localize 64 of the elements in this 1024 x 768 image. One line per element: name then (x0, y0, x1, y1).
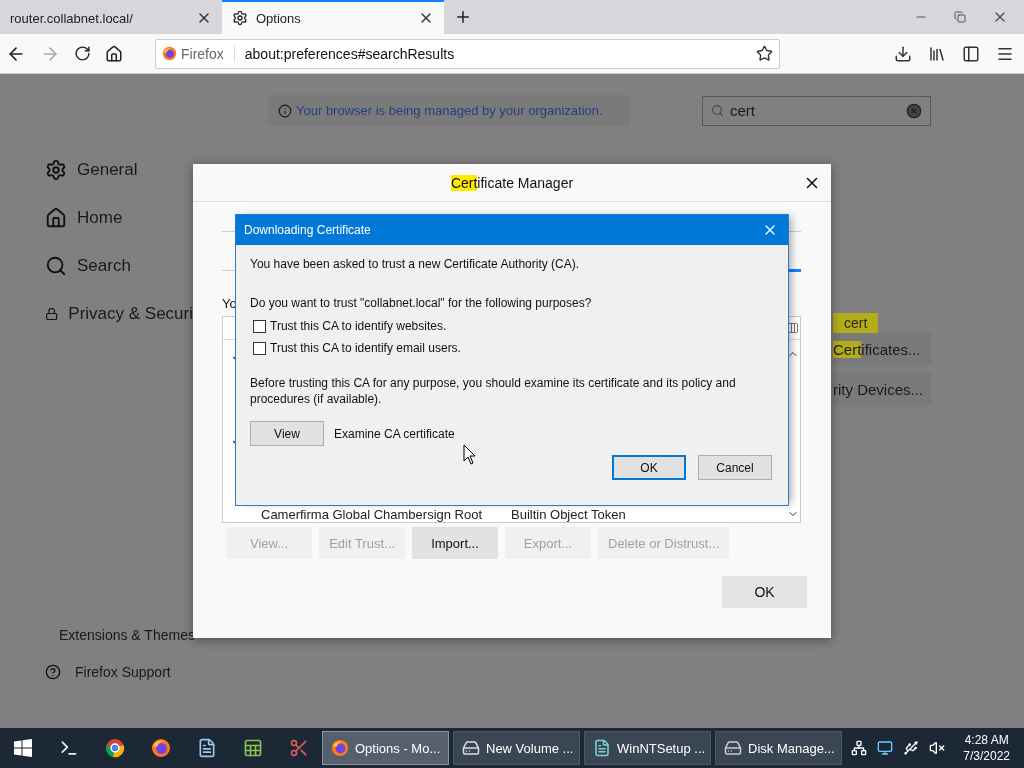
gear-icon (45, 159, 67, 181)
home-icon[interactable] (105, 44, 123, 63)
mouse-cursor-icon (463, 444, 477, 466)
ok-button[interactable]: OK (722, 576, 807, 608)
search-field[interactable]: cert (702, 95, 931, 126)
message-text: You have been asked to trust a new Certificate Authority (CA). (250, 256, 581, 272)
clear-icon[interactable] (906, 102, 922, 119)
sidebar-item[interactable]: Privacy & Securi (45, 290, 193, 338)
reload-icon[interactable] (74, 45, 91, 62)
sidebar-link[interactable]: Extensions & Themes (45, 616, 193, 653)
table-cell-text: Camerfirma Global Chambersign Root (260, 507, 484, 522)
search-icon (711, 104, 724, 117)
home-icon (45, 207, 67, 229)
display-icon[interactable] (877, 740, 894, 756)
taskbar-button[interactable]: Disk Manage... (715, 731, 842, 765)
library-icon[interactable] (928, 44, 946, 63)
dialog-title: Downloading Certificate (244, 223, 372, 237)
trust-checkbox[interactable]: Trust this CA to identify email users. (253, 337, 774, 359)
view-hint: Examine CA certificate (334, 426, 455, 441)
question-text: Do you want to trust "collabnet.local" for the following purposes? (250, 295, 593, 311)
trust-checkbox[interactable]: Trust this CA to identify websites. (253, 315, 774, 337)
advice-text: Before trusting this CA for any purpose, you should examine its certificate and its policy and procedures (if available). (250, 375, 737, 407)
taskbar-button[interactable]: WinNTSetup ... (584, 731, 711, 765)
taskbar-button[interactable]: New Volume ... (453, 731, 580, 765)
dialog-button[interactable]: OK (612, 455, 686, 480)
firefox-icon (331, 739, 349, 757)
drive-icon (462, 739, 480, 757)
settings-button[interactable]: rity Devices... (833, 373, 931, 405)
bookmark-star-icon[interactable] (756, 45, 773, 62)
network-icon[interactable] (851, 740, 868, 756)
search-icon (45, 255, 67, 277)
gear-icon (232, 10, 248, 26)
volume-muted-icon[interactable] (929, 740, 946, 756)
usb-icon[interactable] (903, 740, 920, 756)
table-cell-text: Builtin Object Token (511, 507, 627, 522)
notepad-icon[interactable] (197, 738, 217, 758)
view-button[interactable]: View (250, 421, 324, 446)
new-tab-icon[interactable] (454, 8, 472, 26)
spreadsheet-icon[interactable] (243, 738, 263, 758)
document-icon (593, 739, 611, 757)
dialog-button[interactable]: Import... (412, 527, 498, 559)
start-icon[interactable] (14, 739, 32, 757)
terminal-icon[interactable] (59, 738, 79, 758)
search-match-tag: cert (833, 313, 879, 333)
clock[interactable]: 4:28 AM 7/3/2022 (963, 732, 1010, 764)
chrome-icon[interactable] (105, 738, 125, 758)
sidebar-link[interactable]: Firefox Support (45, 653, 193, 690)
sidebar-icon[interactable] (962, 44, 980, 63)
info-icon (278, 103, 292, 118)
scissors-icon[interactable] (289, 738, 309, 758)
download-icon[interactable] (894, 44, 912, 63)
restore-icon[interactable] (954, 11, 966, 23)
column-picker-icon[interactable] (787, 322, 799, 334)
address-bar[interactable]: Firefox about:preferences#searchResults (155, 38, 780, 69)
help-icon (45, 663, 61, 680)
sidebar-item[interactable]: Search (45, 242, 193, 290)
browser-tab[interactable]: Options (222, 0, 444, 34)
browser-tab[interactable]: router.collabnet.local/ (0, 0, 222, 34)
dialog-button[interactable]: Cancel (698, 455, 772, 480)
sidebar-item[interactable]: General (45, 146, 193, 194)
sidebar-item[interactable]: Home (45, 194, 193, 242)
firefox-icon (151, 738, 171, 758)
taskbar-button[interactable]: Options - Mo... (322, 731, 449, 765)
firefox-icon (162, 46, 177, 61)
